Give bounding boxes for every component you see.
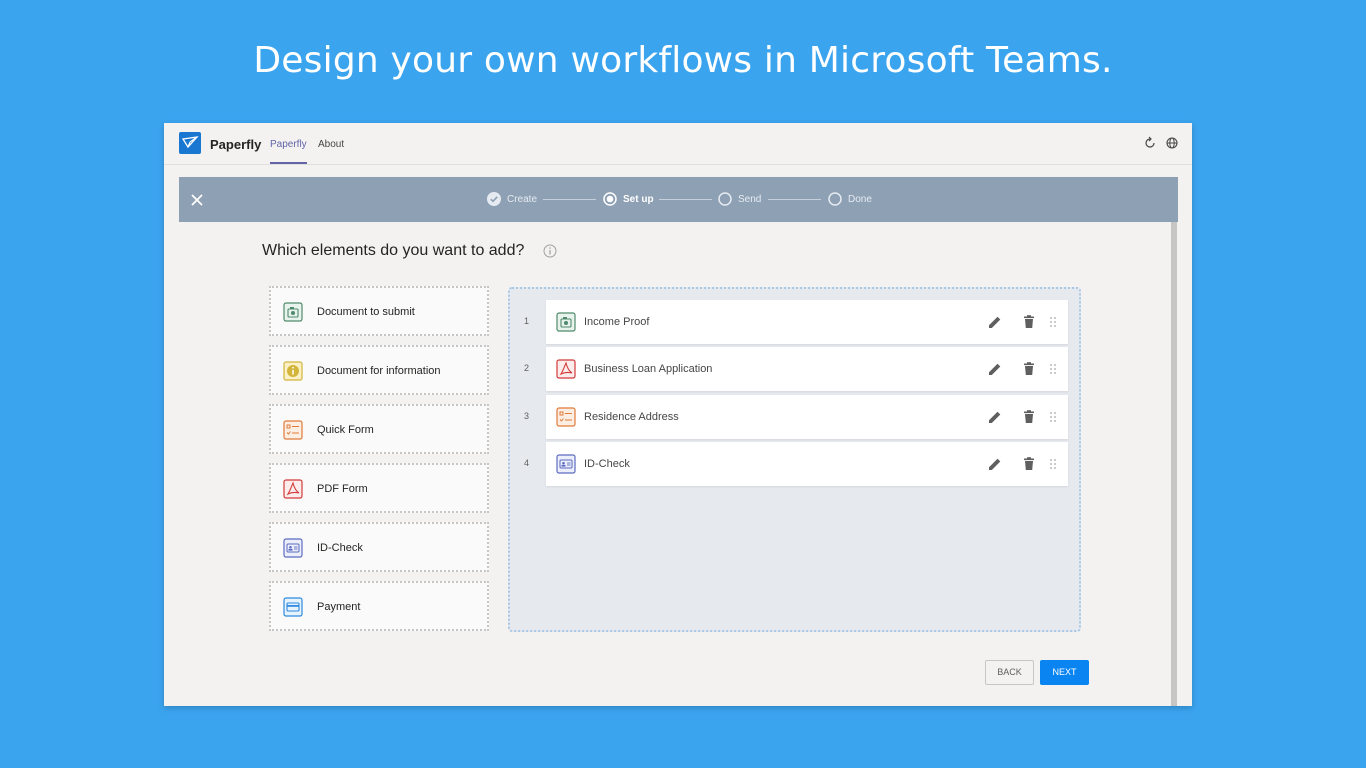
globe-icon[interactable] <box>1165 136 1179 150</box>
palette-item-quick-form[interactable]: Quick Form <box>269 404 489 454</box>
wizard-stepper: Create Set up Send Done <box>179 177 1178 222</box>
selected-item-id-check[interactable]: ID-Check <box>546 442 1068 486</box>
palette-item-id-check[interactable]: ID-Check <box>269 522 489 572</box>
info-document-icon <box>283 361 303 381</box>
edit-icon[interactable] <box>987 314 1003 330</box>
step-done: Done <box>828 191 872 207</box>
teams-app-window: Paperfly Paperfly About Create Set up Se… <box>164 123 1192 706</box>
step-connector <box>543 199 596 200</box>
step-label: Done <box>848 193 872 205</box>
selected-item-label: Income Proof <box>584 316 650 328</box>
page-title: Which elements do you want to add? <box>262 242 525 259</box>
row-number: 2 <box>524 363 530 373</box>
selected-item-income-proof[interactable]: Income Proof <box>546 300 1068 344</box>
step-create: Create <box>487 191 537 207</box>
app-name: Paperfly <box>210 137 262 152</box>
pdf-icon <box>556 359 576 379</box>
row-number: 1 <box>524 316 530 326</box>
close-icon[interactable] <box>189 192 205 208</box>
scrollbar[interactable] <box>1171 222 1177 706</box>
delete-icon[interactable] <box>1021 409 1037 425</box>
step-label: Create <box>507 193 538 205</box>
step-send: Send <box>718 191 761 207</box>
setup-content: Which elements do you want to add? Docum… <box>179 222 1178 706</box>
paperfly-logo-icon <box>179 132 201 154</box>
selected-elements-dropzone[interactable]: 1 Income Proof 2 Business Loan Applicati… <box>508 287 1081 632</box>
delete-icon[interactable] <box>1021 361 1037 377</box>
drag-handle-icon[interactable] <box>1048 315 1058 329</box>
delete-icon[interactable] <box>1021 456 1037 472</box>
row-number: 4 <box>524 458 530 468</box>
step-connector <box>659 199 712 200</box>
refresh-icon[interactable] <box>1143 136 1157 150</box>
credit-card-icon <box>283 597 303 617</box>
id-card-icon <box>283 538 303 558</box>
selected-item-label: ID-Check <box>584 458 630 470</box>
palette-item-payment[interactable]: Payment <box>269 581 489 631</box>
back-button[interactable]: BACK <box>985 660 1034 685</box>
pending-step-icon <box>828 192 842 206</box>
palette-item-label: PDF Form <box>317 483 368 495</box>
edit-icon[interactable] <box>987 361 1003 377</box>
step-label: Send <box>738 193 762 205</box>
step-connector <box>768 199 821 200</box>
palette-item-label: Document for information <box>317 365 441 377</box>
row-number: 3 <box>524 411 530 421</box>
drag-handle-icon[interactable] <box>1048 362 1058 376</box>
check-circle-icon <box>487 192 501 206</box>
active-tab-indicator <box>270 162 307 164</box>
drag-handle-icon[interactable] <box>1048 457 1058 471</box>
page-headline: Design your own workflows in Microsoft T… <box>253 40 1113 81</box>
selected-item-label: Business Loan Application <box>584 363 713 375</box>
current-step-icon <box>603 192 617 206</box>
step-label: Set up <box>623 193 654 205</box>
edit-icon[interactable] <box>987 456 1003 472</box>
palette-item-pdf-form[interactable]: PDF Form <box>269 463 489 513</box>
pdf-icon <box>283 479 303 499</box>
palette-item-label: Document to submit <box>317 306 415 318</box>
tab-paperfly[interactable]: Paperfly <box>270 139 307 150</box>
drag-handle-icon[interactable] <box>1048 410 1058 424</box>
selected-item-business-loan-application[interactable]: Business Loan Application <box>546 347 1068 391</box>
palette-item-label: Payment <box>317 601 361 613</box>
delete-icon[interactable] <box>1021 314 1037 330</box>
quick-form-icon <box>283 420 303 440</box>
quick-form-icon <box>556 407 576 427</box>
pending-step-icon <box>718 192 732 206</box>
palette-item-document-for-information[interactable]: Document for information <box>269 345 489 395</box>
info-icon[interactable] <box>543 244 557 258</box>
selected-item-label: Residence Address <box>584 411 679 423</box>
document-submit-icon <box>556 312 576 332</box>
edit-icon[interactable] <box>987 409 1003 425</box>
document-submit-icon <box>283 302 303 322</box>
step-setup: Set up <box>603 191 654 207</box>
id-card-icon <box>556 454 576 474</box>
next-button[interactable]: NEXT <box>1040 660 1089 685</box>
tab-about[interactable]: About <box>318 139 344 150</box>
palette-item-label: Quick Form <box>317 424 374 436</box>
selected-item-residence-address[interactable]: Residence Address <box>546 395 1068 439</box>
app-header: Paperfly Paperfly About <box>164 123 1192 165</box>
palette-item-label: ID-Check <box>317 542 363 554</box>
palette-item-document-to-submit[interactable]: Document to submit <box>269 286 489 336</box>
